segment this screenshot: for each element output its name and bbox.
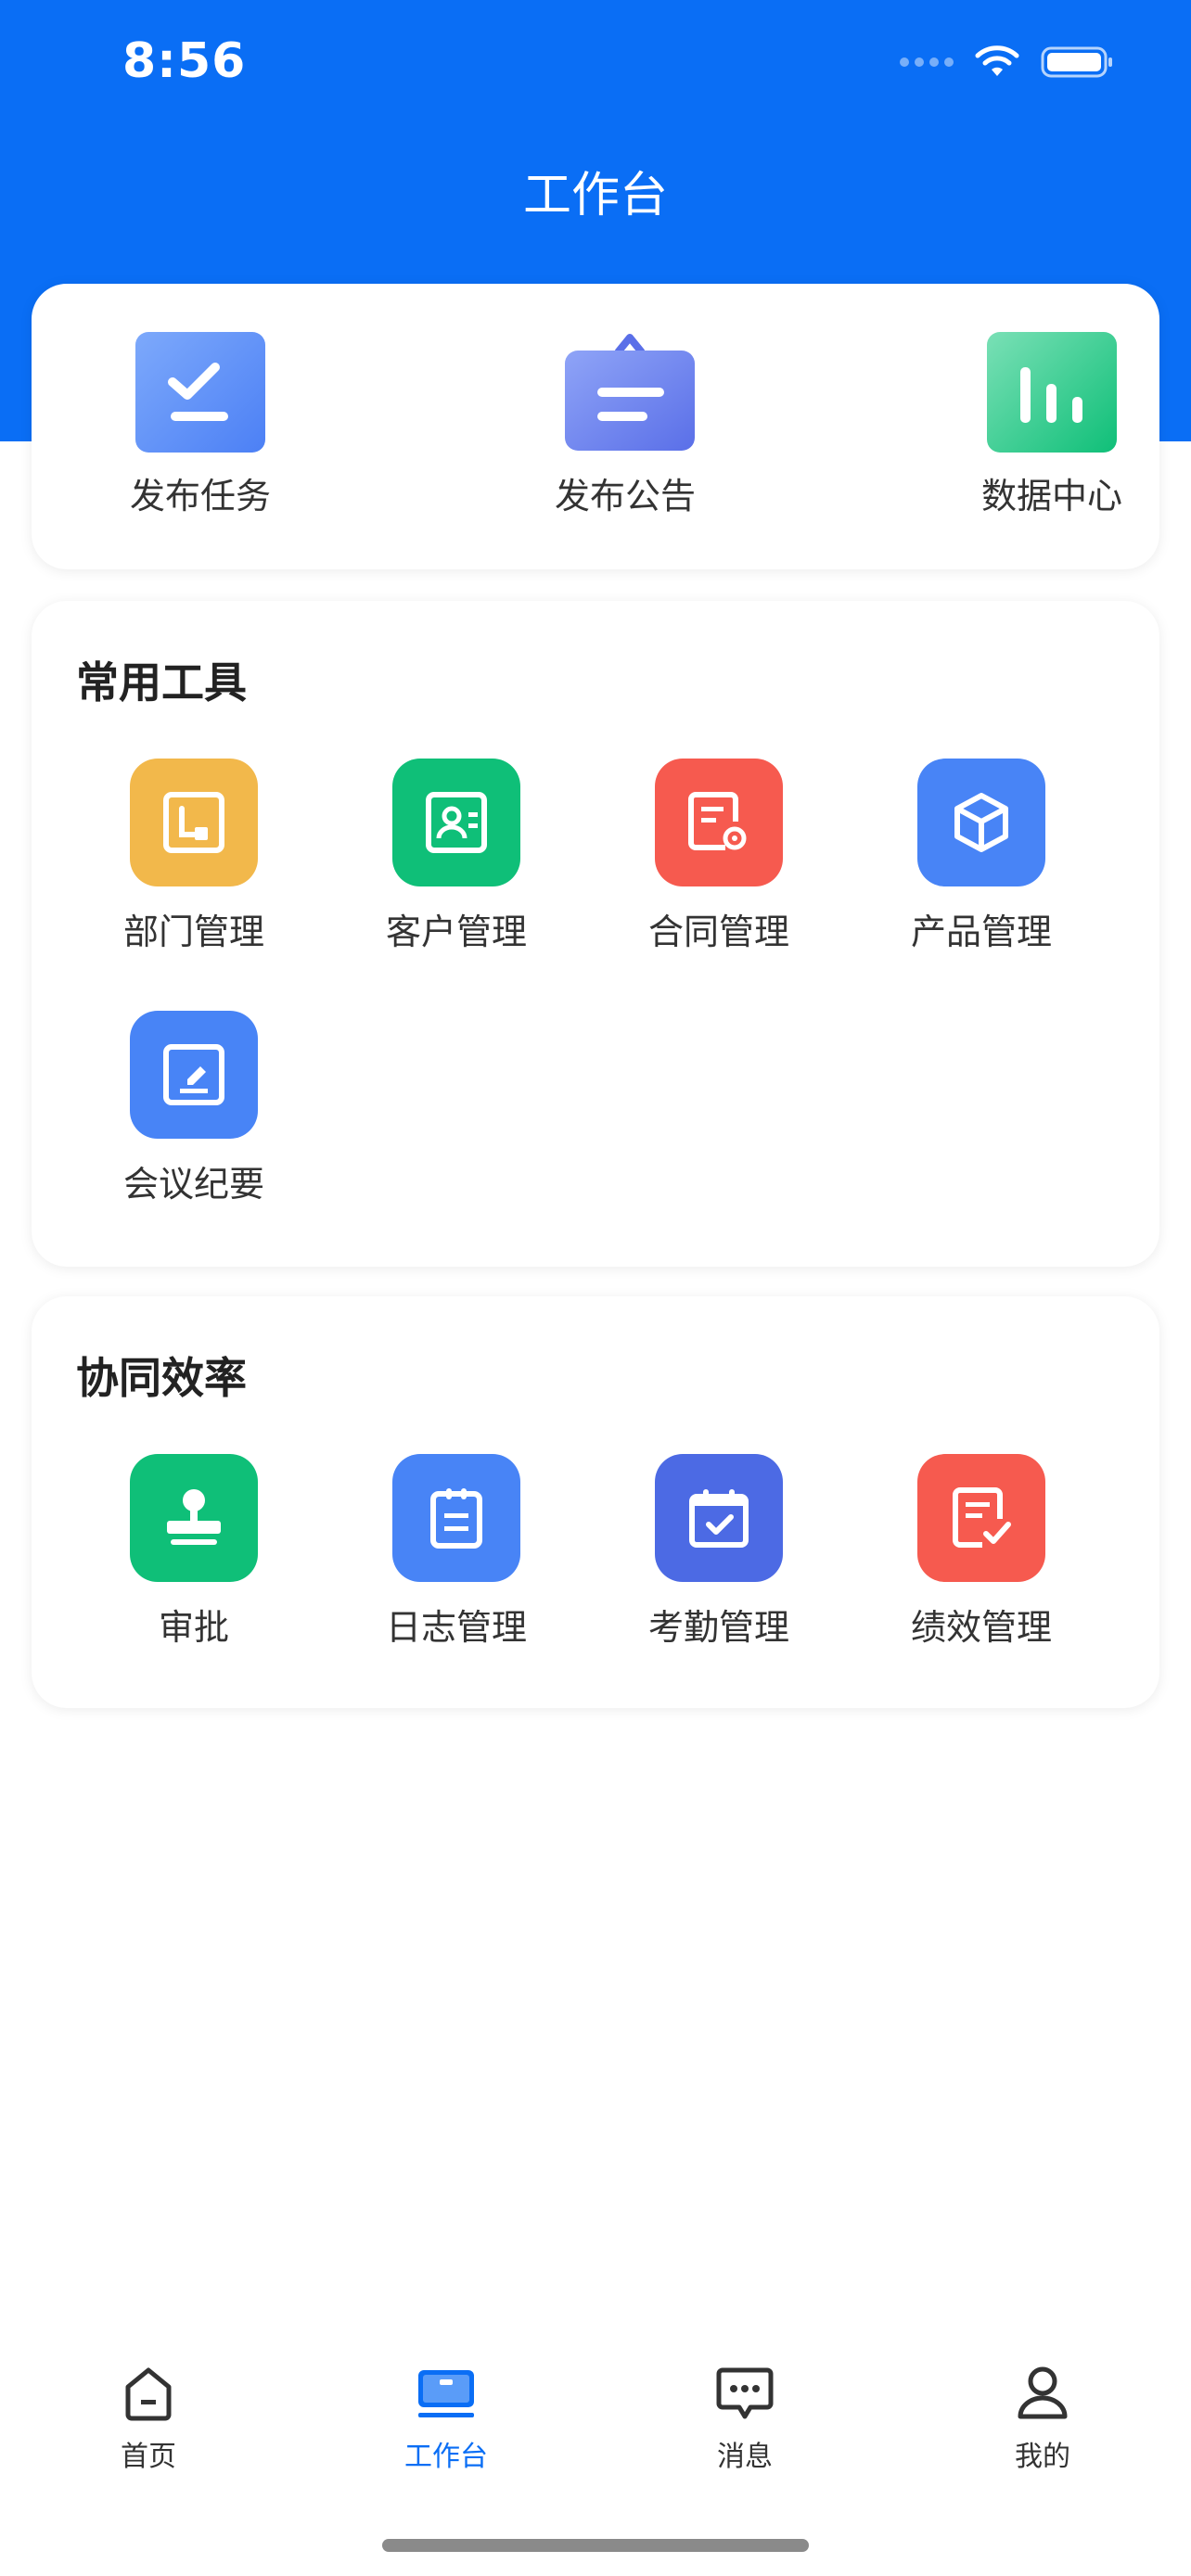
product-management-button[interactable]: 产品管理 [875, 759, 1088, 954]
attendance-calendar-icon [655, 1454, 783, 1582]
tab-home-label: 首页 [121, 2441, 176, 2473]
tab-profile[interactable]: 我的 [950, 2363, 1135, 2474]
tab-home[interactable]: 首页 [56, 2363, 241, 2474]
meeting-notes-button[interactable]: 会议纪要 [87, 1011, 301, 1206]
tab-workbench[interactable]: 工作台 [353, 2363, 539, 2474]
attendance-management-label: 考勤管理 [647, 1607, 789, 1648]
common-tools-card: 常用工具 部门管理 客户管理 合同管理 产品管理 会议纪要 [32, 601, 1159, 1267]
cellular-signal-icon [900, 57, 954, 67]
tab-messages[interactable]: 消息 [652, 2363, 838, 2474]
announcement-icon [560, 332, 695, 453]
approval-button[interactable]: 审批 [87, 1454, 301, 1650]
home-indicator [382, 2539, 809, 2552]
log-management-button[interactable]: 日志管理 [350, 1454, 563, 1650]
department-management-button[interactable]: 部门管理 [87, 759, 301, 954]
contract-management-label: 合同管理 [647, 912, 789, 952]
data-center-button[interactable]: 数据中心 [941, 332, 1163, 518]
tab-bar: 首页 工作台 消息 我的 [0, 2337, 1191, 2485]
customer-management-button[interactable]: 客户管理 [350, 759, 563, 954]
log-clipboard-icon [392, 1454, 520, 1582]
quick-actions-card: 发布任务 发布公告 数据中心 [32, 284, 1159, 569]
home-icon [125, 2367, 172, 2421]
publish-announcement-button[interactable]: 发布公告 [514, 332, 736, 518]
status-time: 8:56 [122, 33, 247, 89]
department-management-label: 部门管理 [122, 912, 264, 952]
publish-announcement-label: 发布公告 [554, 476, 696, 516]
publish-task-button[interactable]: 发布任务 [89, 332, 312, 518]
wifi-icon [975, 45, 1019, 76]
status-icons [900, 45, 1115, 80]
approval-label: 审批 [158, 1607, 229, 1648]
customer-card-icon [392, 759, 520, 886]
profile-icon [1018, 2366, 1068, 2419]
product-box-icon [917, 759, 1045, 886]
common-tools-title: 常用工具 [76, 657, 247, 708]
publish-task-label: 发布任务 [129, 476, 271, 516]
bar-chart-icon [987, 332, 1117, 453]
tab-profile-label: 我的 [1015, 2441, 1070, 2473]
customer-management-label: 客户管理 [385, 912, 527, 952]
collaboration-card: 协同效率 审批 日志管理 考勤管理 绩效管理 [32, 1296, 1159, 1708]
department-icon [130, 759, 258, 886]
battery-icon [1041, 46, 1112, 78]
performance-management-button[interactable]: 绩效管理 [875, 1454, 1088, 1650]
meeting-notes-label: 会议纪要 [122, 1164, 264, 1205]
attendance-management-button[interactable]: 考勤管理 [612, 1454, 826, 1650]
task-check-icon [135, 332, 265, 453]
tab-messages-label: 消息 [717, 2441, 773, 2473]
performance-check-icon [917, 1454, 1045, 1582]
contract-management-button[interactable]: 合同管理 [612, 759, 826, 954]
product-management-label: 产品管理 [910, 912, 1052, 952]
performance-management-label: 绩效管理 [910, 1607, 1052, 1648]
workbench-icon [418, 2370, 474, 2417]
stamp-icon [130, 1454, 258, 1582]
page-title: 工作台 [522, 168, 668, 223]
contract-icon [655, 759, 783, 886]
data-center-label: 数据中心 [980, 476, 1122, 516]
log-management-label: 日志管理 [385, 1607, 527, 1648]
tab-workbench-label: 工作台 [404, 2441, 488, 2473]
message-icon [716, 2367, 774, 2419]
meeting-notes-icon [130, 1011, 258, 1139]
collaboration-title: 协同效率 [76, 1353, 247, 1403]
